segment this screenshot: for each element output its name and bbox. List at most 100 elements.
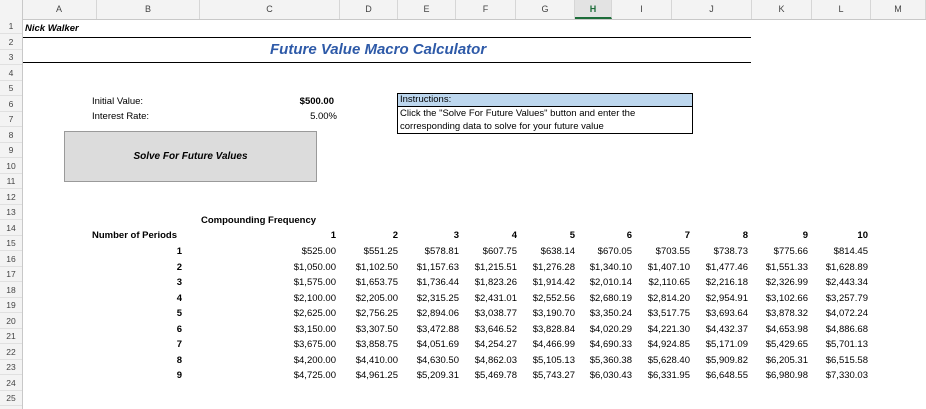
period-label[interactable]: 2	[160, 262, 182, 273]
row-header-6[interactable]: 6	[0, 97, 22, 112]
future-value-cell[interactable]: $5,429.65	[746, 339, 808, 350]
row-header-17[interactable]: 17	[0, 267, 22, 282]
future-value-cell[interactable]: $738.73	[686, 246, 748, 257]
row-header-9[interactable]: 9	[0, 143, 22, 158]
future-value-cell[interactable]: $2,680.19	[570, 293, 632, 304]
future-value-cell[interactable]: $4,254.27	[455, 339, 517, 350]
row-header-22[interactable]: 22	[0, 345, 22, 360]
future-value-cell[interactable]: $578.81	[397, 246, 459, 257]
row-header-8[interactable]: 8	[0, 128, 22, 143]
future-value-cell[interactable]: $3,472.88	[397, 324, 459, 335]
frequency-header[interactable]: 6	[592, 230, 632, 241]
future-value-cell[interactable]: $5,628.40	[628, 355, 690, 366]
future-value-cell[interactable]: $6,648.55	[686, 370, 748, 381]
future-value-cell[interactable]: $1,575.00	[274, 277, 336, 288]
column-header-f[interactable]: F	[456, 0, 516, 19]
period-label[interactable]: 9	[160, 370, 182, 381]
future-value-cell[interactable]: $1,477.46	[686, 262, 748, 273]
future-value-cell[interactable]: $1,628.89	[806, 262, 868, 273]
future-value-cell[interactable]: $4,886.68	[806, 324, 868, 335]
future-value-cell[interactable]: $1,823.26	[455, 277, 517, 288]
future-value-cell[interactable]: $4,051.69	[397, 339, 459, 350]
future-value-cell[interactable]: $2,205.00	[336, 293, 398, 304]
future-value-cell[interactable]: $607.75	[455, 246, 517, 257]
period-label[interactable]: 5	[160, 308, 182, 319]
future-value-cell[interactable]: $3,350.24	[570, 308, 632, 319]
future-value-cell[interactable]: $525.00	[274, 246, 336, 257]
interest-rate-cell[interactable]: 5.00%	[270, 111, 337, 122]
row-header-24[interactable]: 24	[0, 376, 22, 391]
column-header-e[interactable]: E	[398, 0, 456, 19]
row-header-3[interactable]: 3	[0, 50, 22, 65]
frequency-header[interactable]: 5	[535, 230, 575, 241]
future-value-cell[interactable]: $6,205.31	[746, 355, 808, 366]
future-value-cell[interactable]: $2,315.25	[397, 293, 459, 304]
future-value-cell[interactable]: $3,102.66	[746, 293, 808, 304]
future-value-cell[interactable]: $5,909.82	[686, 355, 748, 366]
column-header-b[interactable]: B	[97, 0, 200, 19]
future-value-cell[interactable]: $2,100.00	[274, 293, 336, 304]
future-value-cell[interactable]: $1,551.33	[746, 262, 808, 273]
future-value-cell[interactable]: $3,038.77	[455, 308, 517, 319]
frequency-header[interactable]: 4	[477, 230, 517, 241]
author-name[interactable]: Nick Walker	[25, 23, 79, 34]
future-value-cell[interactable]: $4,653.98	[746, 324, 808, 335]
row-header-16[interactable]: 16	[0, 252, 22, 267]
future-value-cell[interactable]: $775.66	[746, 246, 808, 257]
future-value-cell[interactable]: $2,625.00	[274, 308, 336, 319]
future-value-cell[interactable]: $4,690.33	[570, 339, 632, 350]
future-value-cell[interactable]: $4,020.29	[570, 324, 632, 335]
row-header-25[interactable]: 25	[0, 391, 22, 406]
future-value-cell[interactable]: $4,725.00	[274, 370, 336, 381]
row-header-23[interactable]: 23	[0, 360, 22, 375]
row-header-15[interactable]: 15	[0, 236, 22, 251]
future-value-cell[interactable]: $1,914.42	[513, 277, 575, 288]
column-header-c[interactable]: C	[200, 0, 340, 19]
future-value-cell[interactable]: $670.05	[570, 246, 632, 257]
future-value-cell[interactable]: $814.45	[806, 246, 868, 257]
future-value-cell[interactable]: $4,200.00	[274, 355, 336, 366]
period-label[interactable]: 3	[160, 277, 182, 288]
column-header-g[interactable]: G	[516, 0, 575, 19]
future-value-cell[interactable]: $2,110.65	[628, 277, 690, 288]
period-label[interactable]: 1	[160, 246, 182, 257]
future-value-cell[interactable]: $6,030.43	[570, 370, 632, 381]
future-value-cell[interactable]: $551.25	[336, 246, 398, 257]
column-header-d[interactable]: D	[340, 0, 398, 19]
future-value-cell[interactable]: $3,307.50	[336, 324, 398, 335]
future-value-cell[interactable]: $4,072.24	[806, 308, 868, 319]
future-value-cell[interactable]: $703.55	[628, 246, 690, 257]
future-value-cell[interactable]: $1,407.10	[628, 262, 690, 273]
future-value-cell[interactable]: $3,693.64	[686, 308, 748, 319]
frequency-header[interactable]: 8	[708, 230, 748, 241]
future-value-cell[interactable]: $1,276.28	[513, 262, 575, 273]
future-value-cell[interactable]: $2,010.14	[570, 277, 632, 288]
future-value-cell[interactable]: $3,646.52	[455, 324, 517, 335]
frequency-header[interactable]: 10	[828, 230, 868, 241]
column-header-h[interactable]: H	[575, 0, 612, 19]
future-value-cell[interactable]: $1,736.44	[397, 277, 459, 288]
solve-for-future-values-button[interactable]: Solve For Future Values	[64, 131, 317, 182]
row-header-20[interactable]: 20	[0, 314, 22, 329]
future-value-cell[interactable]: $638.14	[513, 246, 575, 257]
row-header-4[interactable]: 4	[0, 66, 22, 81]
future-value-cell[interactable]: $1,340.10	[570, 262, 632, 273]
column-header-k[interactable]: K	[752, 0, 812, 19]
future-value-cell[interactable]: $5,701.13	[806, 339, 868, 350]
future-value-cell[interactable]: $5,743.27	[513, 370, 575, 381]
period-label[interactable]: 7	[160, 339, 182, 350]
future-value-cell[interactable]: $2,443.34	[806, 277, 868, 288]
row-header-12[interactable]: 12	[0, 190, 22, 205]
row-header-11[interactable]: 11	[0, 174, 22, 189]
future-value-cell[interactable]: $2,756.25	[336, 308, 398, 319]
row-header-18[interactable]: 18	[0, 283, 22, 298]
future-value-cell[interactable]: $4,410.00	[336, 355, 398, 366]
future-value-cell[interactable]: $6,980.98	[746, 370, 808, 381]
row-header-19[interactable]: 19	[0, 298, 22, 313]
period-label[interactable]: 6	[160, 324, 182, 335]
future-value-cell[interactable]: $4,924.85	[628, 339, 690, 350]
select-all-corner[interactable]	[0, 0, 23, 19]
future-value-cell[interactable]: $4,466.99	[513, 339, 575, 350]
future-value-cell[interactable]: $3,878.32	[746, 308, 808, 319]
future-value-cell[interactable]: $3,150.00	[274, 324, 336, 335]
